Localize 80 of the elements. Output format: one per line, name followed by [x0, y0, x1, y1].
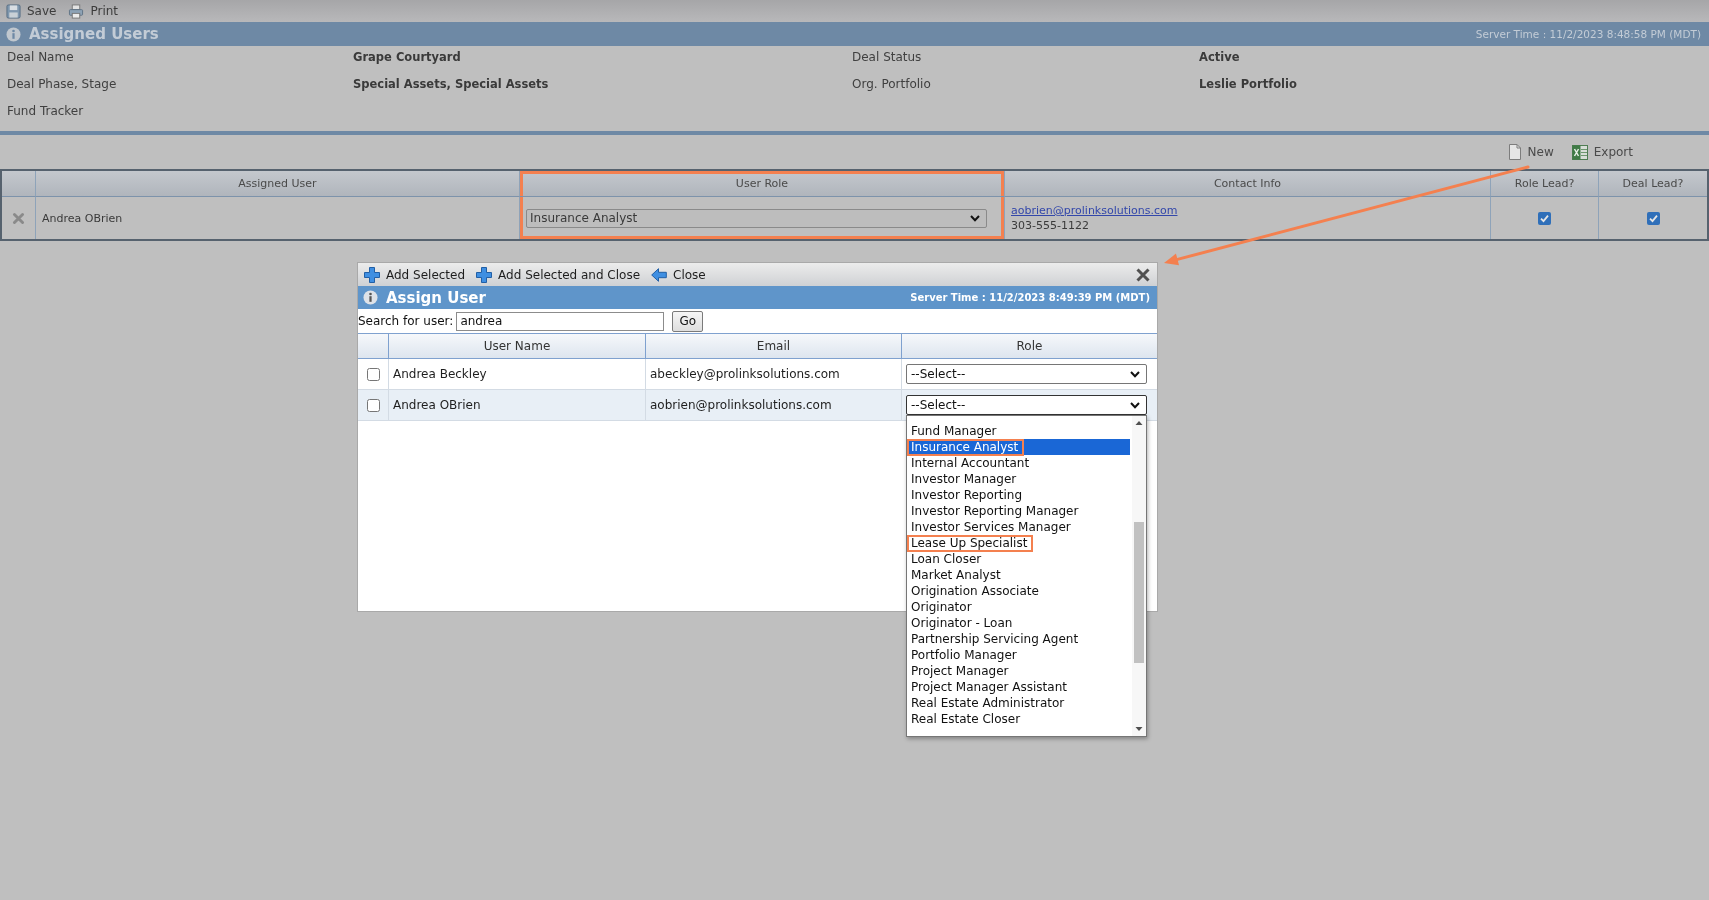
- header-corner: [2, 171, 35, 197]
- field-value: Grape Courtyard: [353, 49, 461, 66]
- grid-action-button[interactable]: Export: [1571, 144, 1633, 160]
- dropdown-option[interactable]: Partnership Servicing Agent: [907, 631, 1130, 647]
- search-label: Search for user:: [358, 314, 454, 328]
- header-corner: [358, 333, 388, 359]
- dropdown-option[interactable]: Internal Accountant: [907, 455, 1130, 471]
- field-label: Org. Portfolio: [852, 76, 931, 93]
- field-label: Deal Status: [852, 49, 922, 66]
- column-header: Assigned User: [35, 171, 519, 197]
- column-header: Role Lead?: [1490, 171, 1598, 197]
- chevron-down-icon: [1130, 370, 1140, 378]
- document-icon: [1507, 144, 1522, 160]
- dropdown-option[interactable]: Fund Manager: [907, 423, 1130, 439]
- role-select[interactable]: Insurance Analyst: [526, 208, 987, 228]
- dropdown-option[interactable]: Investor Services Manager: [907, 519, 1130, 535]
- printer-icon: [68, 3, 85, 19]
- dropdown-option[interactable]: Insurance Analyst: [907, 439, 1130, 455]
- dropdown-option[interactable]: Originator: [907, 599, 1130, 615]
- table-cell: abeckley@prolinksolutions.com: [645, 359, 901, 390]
- column-header: User Name: [388, 333, 645, 359]
- chevron-down-icon: [970, 214, 980, 222]
- table-cell: Andrea OBrien: [42, 211, 123, 225]
- column-header: Role: [901, 333, 1157, 359]
- dropdown-option[interactable]: Market Analyst: [907, 567, 1130, 583]
- role-select[interactable]: --Select--: [906, 395, 1147, 415]
- left-arrow-icon: [651, 267, 668, 282]
- dialog-title: Assign User: [386, 288, 486, 307]
- dropdown-option[interactable]: Project Manager Assistant: [907, 679, 1130, 695]
- column-header: Deal Lead?: [1598, 171, 1707, 197]
- field-label: Deal Phase, Stage: [7, 76, 117, 93]
- dropdown-option[interactable]: Investor Reporting Manager: [907, 503, 1130, 519]
- dropdown-option[interactable]: Real Estate Administrator: [907, 695, 1130, 711]
- dropdown-option[interactable]: Portfolio Manager: [907, 647, 1130, 663]
- toolbar-button[interactable]: Save: [6, 3, 57, 19]
- dropdown-option[interactable]: Origination Associate: [907, 583, 1130, 599]
- close-button[interactable]: [1135, 266, 1151, 283]
- checkbox[interactable]: [1538, 211, 1551, 225]
- field-value: Leslie Portfolio: [1199, 76, 1297, 93]
- dropdown-option[interactable]: Investor Manager: [907, 471, 1130, 487]
- page-title: Assigned Users: [29, 25, 159, 43]
- table-cell: aobrien@prolinksolutions.com: [645, 390, 901, 421]
- field-label: Deal Name: [7, 49, 74, 66]
- info-icon: [363, 290, 378, 305]
- checkbox[interactable]: [366, 398, 380, 412]
- table-cell: Andrea OBrien: [388, 390, 645, 421]
- column-header: User Role: [519, 171, 1004, 197]
- field-value: Special Assets, Special Assets: [353, 76, 549, 93]
- plus-icon: [364, 266, 380, 283]
- checkbox[interactable]: [366, 367, 380, 381]
- field-value: Active: [1199, 49, 1240, 66]
- spreadsheet-icon: [1571, 144, 1588, 160]
- dropdown-option[interactable]: Lease Up Specialist: [907, 535, 1130, 551]
- dropdown-option[interactable]: Project Manager: [907, 663, 1130, 679]
- toolbar-button[interactable]: Close: [651, 267, 706, 282]
- phone-number: 303-555-1122: [1011, 218, 1089, 233]
- toolbar-button[interactable]: Print: [68, 3, 119, 19]
- column-header: Contact Info: [1004, 171, 1490, 197]
- scrollbar[interactable]: [1132, 416, 1146, 736]
- grid-action-button[interactable]: New: [1507, 144, 1554, 160]
- chevron-down-icon: [1130, 401, 1140, 409]
- role-select[interactable]: --Select--: [906, 364, 1147, 384]
- info-icon: [6, 26, 21, 42]
- field-label: Fund Tracker: [7, 103, 84, 120]
- toolbar-button[interactable]: Add Selected and Close: [476, 266, 641, 283]
- server-time: Server Time : 11/2/2023 8:49:39 PM (MDT): [910, 292, 1150, 303]
- dropdown-option[interactable]: Originator - Loan: [907, 615, 1130, 631]
- close-icon: [1135, 266, 1151, 283]
- table-cell: Andrea Beckley: [388, 359, 645, 390]
- dropdown-option[interactable]: Loan Closer: [907, 551, 1130, 567]
- go-button[interactable]: Go: [672, 310, 704, 332]
- email-link[interactable]: aobrien@prolinksolutions.com: [1011, 203, 1178, 218]
- dropdown-option[interactable]: Investor Reporting: [907, 487, 1130, 503]
- checkbox[interactable]: [1646, 211, 1660, 225]
- server-time: Server Time : 11/2/2023 8:48:58 PM (MDT): [1475, 28, 1701, 40]
- search-field[interactable]: andrea: [456, 311, 665, 331]
- plus-icon: [476, 266, 493, 283]
- column-header: Email: [645, 333, 901, 359]
- toolbar-button[interactable]: Add Selected: [364, 266, 466, 283]
- dropdown-option[interactable]: Real Estate Closer: [907, 711, 1130, 727]
